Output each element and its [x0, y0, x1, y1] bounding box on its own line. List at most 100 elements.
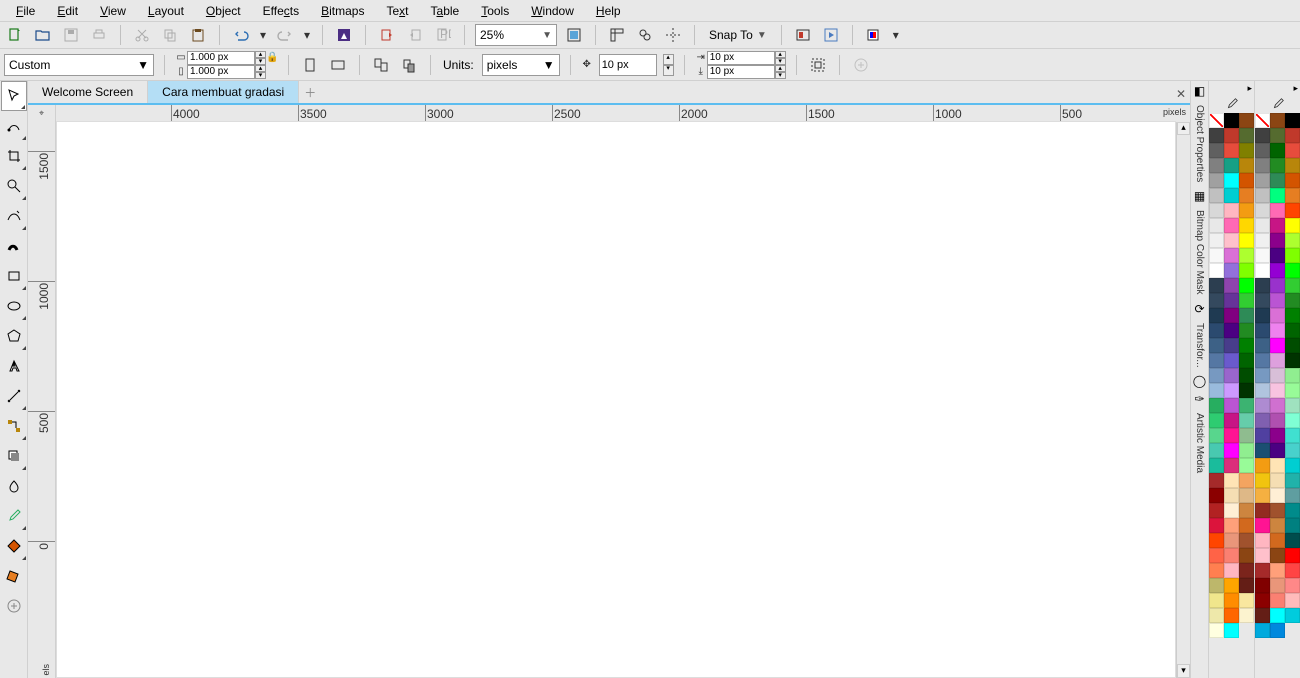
- width-spinner[interactable]: ▴▾: [255, 51, 266, 65]
- color-swatch[interactable]: [1270, 563, 1285, 578]
- color-swatch[interactable]: [1239, 488, 1254, 503]
- color-swatch[interactable]: [1209, 593, 1224, 608]
- color-swatch[interactable]: [1270, 143, 1285, 158]
- show-grid-button[interactable]: [634, 24, 656, 46]
- smart-fill-tool[interactable]: [1, 561, 27, 591]
- color-swatch[interactable]: [1209, 323, 1224, 338]
- save-button[interactable]: [60, 24, 82, 46]
- color-swatch[interactable]: [1209, 398, 1224, 413]
- color-swatch[interactable]: [1209, 113, 1224, 128]
- color-swatch[interactable]: [1285, 128, 1300, 143]
- docker-object-properties[interactable]: Object Properties: [1194, 101, 1205, 186]
- color-swatch[interactable]: [1270, 323, 1285, 338]
- color-swatch[interactable]: [1224, 473, 1239, 488]
- color-swatch[interactable]: [1285, 368, 1300, 383]
- color-swatch[interactable]: [1224, 233, 1239, 248]
- color-eyedropper-tool[interactable]: [1, 501, 27, 531]
- undo-button[interactable]: [230, 24, 252, 46]
- color-swatch[interactable]: [1255, 443, 1270, 458]
- color-swatch[interactable]: [1285, 248, 1300, 263]
- color-swatch[interactable]: [1270, 368, 1285, 383]
- bitmap-color-mask-icon[interactable]: ▦: [1192, 188, 1208, 204]
- units-select[interactable]: pixels▼: [482, 54, 560, 76]
- color-swatch[interactable]: [1239, 248, 1254, 263]
- color-swatch[interactable]: [1224, 488, 1239, 503]
- color-swatch[interactable]: [1285, 533, 1300, 548]
- color-swatch[interactable]: [1224, 533, 1239, 548]
- color-swatch[interactable]: [1209, 563, 1224, 578]
- color-swatch[interactable]: [1224, 593, 1239, 608]
- transformations-icon[interactable]: ⟳: [1192, 301, 1208, 317]
- color-swatch[interactable]: [1255, 218, 1270, 233]
- color-swatch[interactable]: [1209, 533, 1224, 548]
- color-swatch[interactable]: [1239, 173, 1254, 188]
- color-swatch[interactable]: [1255, 413, 1270, 428]
- color-swatch[interactable]: [1239, 188, 1254, 203]
- color-swatch[interactable]: [1209, 578, 1224, 593]
- quick-customize-button[interactable]: [1, 591, 27, 621]
- color-swatch[interactable]: [1209, 548, 1224, 563]
- sphere-icon[interactable]: ◯: [1192, 373, 1208, 389]
- polygon-tool[interactable]: [1, 321, 27, 351]
- height-spinner[interactable]: ▴▾: [255, 65, 266, 79]
- color-swatch[interactable]: [1255, 248, 1270, 263]
- color-swatch[interactable]: [1285, 428, 1300, 443]
- color-swatch[interactable]: [1285, 233, 1300, 248]
- color-swatch[interactable]: [1255, 548, 1270, 563]
- color-swatch[interactable]: [1224, 413, 1239, 428]
- color-swatch[interactable]: [1285, 383, 1300, 398]
- options-button[interactable]: [792, 24, 814, 46]
- color-swatch[interactable]: [1209, 293, 1224, 308]
- menu-effects[interactable]: Effects: [253, 2, 309, 20]
- parallel-dimension-tool[interactable]: [1, 381, 27, 411]
- redo-menu[interactable]: ▾: [302, 24, 312, 46]
- color-swatch[interactable]: [1255, 368, 1270, 383]
- tab-document[interactable]: Cara membuat gradasi: [148, 81, 299, 103]
- color-swatch[interactable]: [1285, 218, 1300, 233]
- zoom-tool[interactable]: [1, 171, 27, 201]
- color-swatch[interactable]: [1209, 203, 1224, 218]
- add-tab-button[interactable]: ＋: [299, 81, 321, 103]
- launch-button[interactable]: [820, 24, 842, 46]
- color-swatch[interactable]: [1255, 458, 1270, 473]
- color-swatch[interactable]: [1224, 308, 1239, 323]
- color-swatch[interactable]: [1270, 593, 1285, 608]
- treat-objects-button[interactable]: [807, 54, 829, 76]
- color-swatch[interactable]: [1285, 578, 1300, 593]
- color-swatch[interactable]: [1285, 263, 1300, 278]
- color-swatch[interactable]: [1224, 188, 1239, 203]
- color-swatch[interactable]: [1239, 263, 1254, 278]
- color-swatch[interactable]: [1255, 383, 1270, 398]
- color-swatch[interactable]: [1209, 473, 1224, 488]
- color-swatch[interactable]: [1239, 503, 1254, 518]
- color-swatch[interactable]: [1270, 428, 1285, 443]
- scroll-down-button[interactable]: ▾: [1177, 664, 1190, 678]
- color-swatch[interactable]: [1209, 173, 1224, 188]
- color-swatch[interactable]: [1224, 503, 1239, 518]
- color-swatch[interactable]: [1270, 218, 1285, 233]
- color-swatch[interactable]: [1239, 533, 1254, 548]
- color-swatch[interactable]: [1255, 308, 1270, 323]
- ellipse-tool[interactable]: [1, 291, 27, 321]
- dup-x-spinner[interactable]: ▴▾: [775, 51, 786, 65]
- color-swatch[interactable]: [1255, 428, 1270, 443]
- color-swatch[interactable]: [1270, 443, 1285, 458]
- menu-window[interactable]: Window: [521, 2, 584, 20]
- color-swatch[interactable]: [1239, 413, 1254, 428]
- current-page-button[interactable]: [398, 54, 420, 76]
- color-swatch[interactable]: [1255, 608, 1270, 623]
- color-swatch[interactable]: [1224, 248, 1239, 263]
- color-swatch[interactable]: [1255, 203, 1270, 218]
- close-tab-button[interactable]: ✕: [1172, 85, 1190, 103]
- color-swatch[interactable]: [1224, 113, 1239, 128]
- cut-button[interactable]: [131, 24, 153, 46]
- docker-transformations[interactable]: Transfor...: [1194, 319, 1205, 372]
- color-swatch[interactable]: [1270, 233, 1285, 248]
- color-swatch[interactable]: [1239, 578, 1254, 593]
- color-swatch[interactable]: [1270, 128, 1285, 143]
- color-swatch[interactable]: [1239, 563, 1254, 578]
- nudge-distance-input[interactable]: 10 px: [599, 54, 657, 76]
- color-swatch[interactable]: [1239, 518, 1254, 533]
- menu-table[interactable]: Table: [421, 2, 470, 20]
- color-swatch[interactable]: [1255, 338, 1270, 353]
